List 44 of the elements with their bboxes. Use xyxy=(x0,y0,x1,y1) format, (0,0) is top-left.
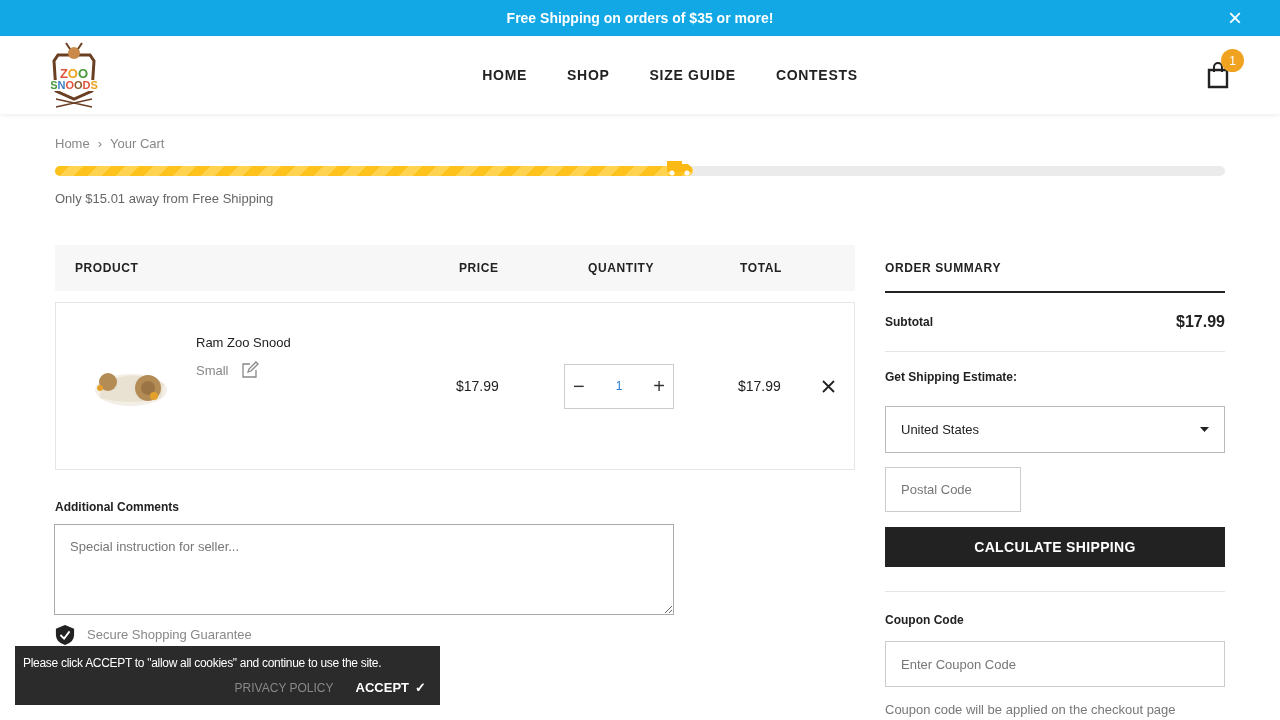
coupon-field[interactable]: Enter Coupon Code xyxy=(885,641,1225,687)
summary-title: ORDER SUMMARY xyxy=(885,245,1225,293)
item-price: $17.99 xyxy=(456,376,500,396)
dropdown-caret-icon xyxy=(1200,427,1209,432)
column-header: PRICE xyxy=(458,260,500,277)
secure-shopping-text: Secure Shopping Guarantee xyxy=(87,627,252,643)
nav-link[interactable]: SIZE GUIDE xyxy=(649,64,736,86)
nav-link[interactable]: HOME xyxy=(482,64,528,86)
cookie-message: Please click ACCEPT to "allow all cookies" and continue to use the site. xyxy=(23,655,383,672)
remove-icon[interactable] xyxy=(822,379,835,393)
item-total: $17.99 xyxy=(738,376,782,396)
subtotal-label: Subtotal xyxy=(885,314,933,331)
quantity-field[interactable]: 1 xyxy=(609,377,629,395)
increase-button[interactable]: + xyxy=(653,376,665,396)
breadcrumb-separator: › xyxy=(97,135,103,153)
calculate-shipping-button[interactable]: CALCULATE SHIPPING xyxy=(885,527,1225,567)
product-variant: Small xyxy=(196,361,229,380)
breadcrumb-link[interactable]: Home xyxy=(55,134,90,154)
breadcrumb-link[interactable]: Your Cart xyxy=(110,134,165,154)
column-header: TOTAL xyxy=(739,260,782,277)
column-header: QUANTITY xyxy=(587,260,656,277)
column-header: PRODUCT xyxy=(74,260,140,277)
edit-icon[interactable] xyxy=(240,361,259,380)
comments-field[interactable]: Special instruction for seller... xyxy=(54,524,674,615)
product-name[interactable]: Ram Zoo Snood xyxy=(196,333,456,353)
comments-label: Additional Comments xyxy=(55,499,180,516)
coupon-label: Coupon Code xyxy=(885,612,965,629)
logo-text-bottom: SNOODS xyxy=(49,80,99,91)
logo[interactable]: ZOO SNOODS xyxy=(44,41,104,109)
subtotal-value: $17.99 xyxy=(1176,312,1225,332)
shipping-estimate-label: Get Shipping Estimate: xyxy=(885,369,1018,386)
decrease-button[interactable]: − xyxy=(573,376,585,396)
postal-code-field[interactable]: Postal Code xyxy=(885,467,1021,512)
cart-count-badge: 1 xyxy=(1221,49,1244,72)
logo-text-top: ZOO xyxy=(59,67,89,80)
privacy-policy-link[interactable]: PRIVACY POLICY xyxy=(234,678,334,697)
nav-link[interactable]: CONTESTS xyxy=(775,64,858,86)
accept-button[interactable]: ACCEPT ✓ xyxy=(355,678,426,698)
coupon-note: Coupon code will be applied on the checkout page xyxy=(885,701,1177,719)
country-select[interactable]: United States xyxy=(885,406,1225,453)
announcement-text: Free Shipping on orders of $35 or more! xyxy=(506,8,774,28)
free-shipping-message: Only $15.01 away from Free Shipping xyxy=(55,189,275,208)
shopping-bag-icon[interactable] xyxy=(1206,61,1230,89)
nav-link[interactable]: SHOP xyxy=(567,64,610,86)
